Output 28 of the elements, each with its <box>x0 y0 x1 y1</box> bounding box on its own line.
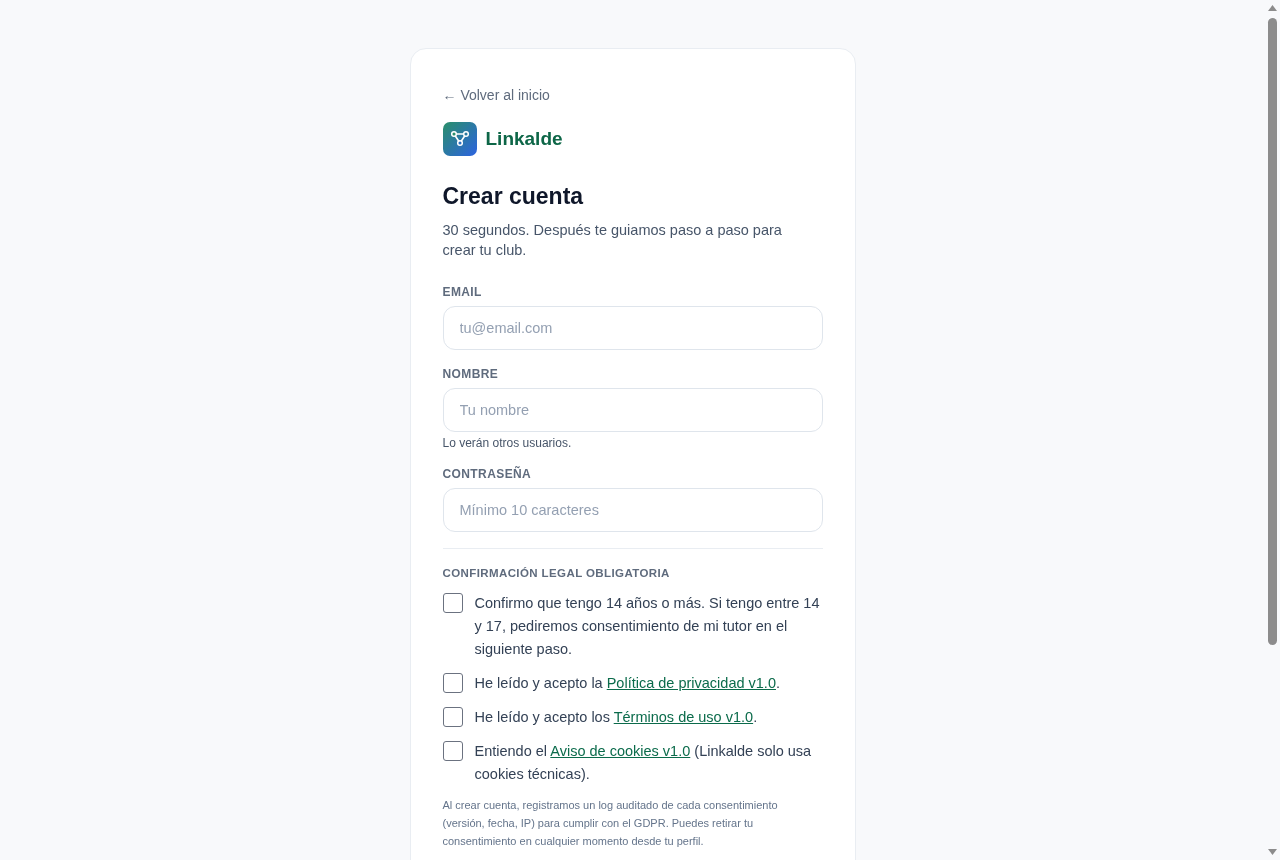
document-link[interactable]: Política de privacidad v1.0 <box>606 675 776 691</box>
field-label: CONTRASEÑA <box>442 466 532 482</box>
consent-text: He leído y acepto los Términos de uso v1.0. <box>474 708 758 727</box>
page-title: Crear cuenta <box>442 182 584 211</box>
scroll-down-arrow-icon[interactable] <box>1268 849 1277 855</box>
checkbox[interactable] <box>442 673 463 693</box>
checkbox[interactable] <box>442 741 463 761</box>
consent-text: Entiendo el Aviso de cookies v1.0 (Linkalde solo usa cookies técnicas). <box>474 742 813 784</box>
input-field[interactable]: Mínimo 10 caracteres <box>442 488 823 532</box>
subtitle-text: 30 segundos. Después te guiamos paso a paso para crear tu club. <box>442 221 783 260</box>
checkbox[interactable] <box>442 707 463 727</box>
scroll-up-arrow-icon[interactable] <box>1268 5 1277 11</box>
checkbox[interactable] <box>442 593 463 613</box>
consent-text: He leído y acepto la Política de privacidad v1.0. <box>474 674 780 693</box>
brand-name: Linkalde <box>485 128 563 150</box>
field-label: EMAIL <box>442 284 482 300</box>
consent-note: Al crear cuenta, registramos un log auditado de cada consentimiento (versión, fecha, IP) para cumplir con el GDPR. Puedes retirar tu consentimiento en cualquier momento desde tu perfil. <box>442 798 779 849</box>
field-label: NOMBRE <box>442 366 499 382</box>
document-link[interactable]: Aviso de cookies v1.0 <box>550 743 691 759</box>
back-link[interactable]: ← Volver al inicio <box>442 85 550 105</box>
scrollbar-thumb[interactable] <box>1268 18 1277 645</box>
field-hint: Lo verán otros usuarios. <box>442 436 572 450</box>
consent-text: Confirmo que tengo 14 años o más. Si tengo entre 14 y 17, pediremos consentimiento de mi tutor en el siguiente paso. <box>474 594 821 659</box>
input-field[interactable]: tu@email.com <box>442 306 823 350</box>
document-link[interactable]: Términos de uso v1.0 <box>613 709 754 725</box>
section-heading: CONFIRMACIÓN LEGAL OBLIGATORIA <box>442 566 670 581</box>
input-field[interactable]: Tu nombre <box>442 388 823 432</box>
logo-icon <box>442 122 477 156</box>
